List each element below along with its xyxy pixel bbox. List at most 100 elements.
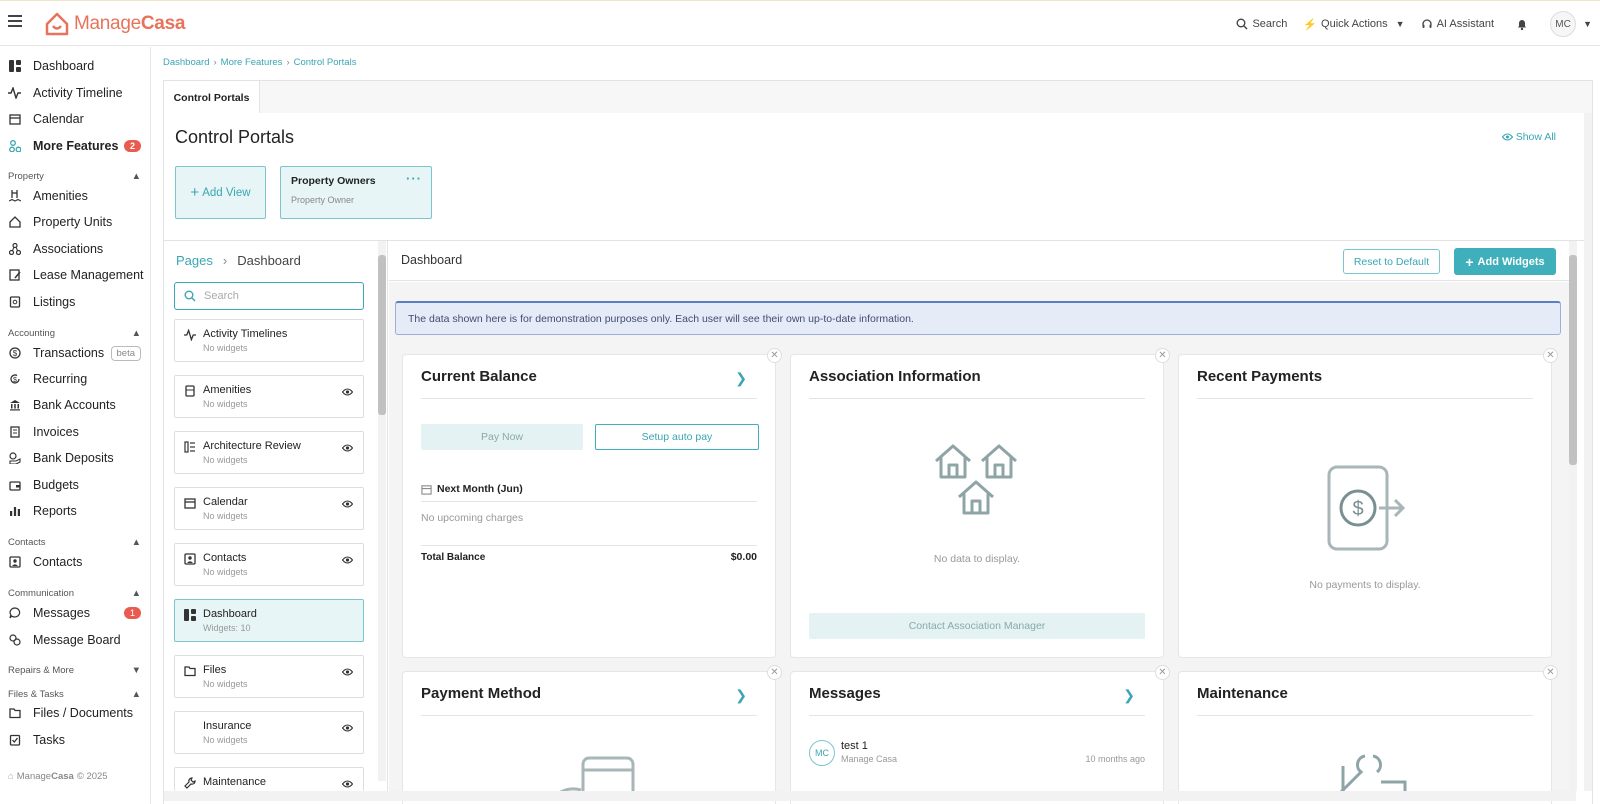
plus-icon: + bbox=[1465, 253, 1474, 270]
sidebar-item-lease-management[interactable]: Lease Management bbox=[0, 264, 151, 286]
page-item-subtitle: No widgets bbox=[203, 343, 248, 353]
breadcrumb-link[interactable]: Dashboard bbox=[163, 57, 209, 68]
dashboard-scrollbar[interactable] bbox=[1569, 241, 1577, 791]
total-balance-label: Total Balance bbox=[421, 552, 486, 563]
eye-icon[interactable] bbox=[342, 724, 353, 732]
show-all-button[interactable]: Show All bbox=[1501, 131, 1556, 143]
widget-title: Messages bbox=[809, 685, 881, 702]
pages-root-link[interactable]: Pages bbox=[176, 253, 213, 268]
page-scrollbar[interactable] bbox=[1584, 113, 1592, 791]
page-item-architecture-review[interactable]: Architecture Review No widgets bbox=[174, 431, 364, 474]
page-item-maintenance[interactable]: Maintenance bbox=[174, 767, 364, 791]
view-title: Property Owners bbox=[291, 175, 376, 187]
user-menu[interactable]: MC ▼ bbox=[1550, 11, 1592, 37]
total-balance-value: $0.00 bbox=[730, 551, 757, 563]
eye-icon[interactable] bbox=[342, 444, 353, 452]
menu-icon[interactable] bbox=[8, 15, 22, 27]
section-property[interactable]: Property ▲ bbox=[8, 171, 141, 182]
home-icon bbox=[8, 216, 21, 229]
payment-document-icon: $ bbox=[1327, 465, 1406, 551]
close-icon[interactable]: ✕ bbox=[767, 665, 782, 680]
section-accounting[interactable]: Accounting ▲ bbox=[8, 328, 141, 339]
sidebar-item-listings[interactable]: Listings bbox=[0, 291, 151, 313]
chevron-right-icon[interactable]: ❯ bbox=[735, 687, 747, 704]
sidebar-item-amenities[interactable]: Amenities bbox=[0, 185, 151, 207]
ai-assistant-label: AI Assistant bbox=[1436, 18, 1495, 30]
notifications-button[interactable] bbox=[1516, 18, 1528, 31]
caret-up-icon: ▲ bbox=[131, 171, 141, 182]
sidebar-item-transactions[interactable]: $ Transactions beta bbox=[0, 342, 151, 364]
sidebar-item-reports[interactable]: Reports bbox=[0, 500, 151, 522]
eye-icon[interactable] bbox=[342, 668, 353, 676]
dashboard-icon bbox=[184, 609, 196, 621]
page-item-files[interactable]: Files No widgets bbox=[174, 655, 364, 698]
sidebar-item-activity-timeline[interactable]: Activity Timeline bbox=[0, 82, 151, 104]
sidebar-item-property-units[interactable]: Property Units bbox=[0, 211, 151, 233]
scrollbar-thumb[interactable] bbox=[378, 255, 386, 415]
search-button[interactable]: Search bbox=[1236, 18, 1287, 30]
sidebar-item-bank-accounts[interactable]: Bank Accounts bbox=[0, 394, 151, 416]
section-label: Contacts bbox=[8, 537, 46, 548]
page-item-calendar[interactable]: Calendar No widgets bbox=[174, 487, 364, 530]
sidebar-item-messages[interactable]: Messages 1 bbox=[0, 602, 151, 624]
section-contacts[interactable]: Contacts ▲ bbox=[8, 537, 141, 548]
add-view-button[interactable]: + Add View bbox=[175, 166, 266, 219]
logo[interactable]: ManageCasa bbox=[44, 10, 185, 38]
chevron-right-icon[interactable]: ❯ bbox=[735, 370, 747, 387]
tab-control-portals[interactable]: Control Portals bbox=[164, 81, 260, 114]
sidebar-item-calendar[interactable]: Calendar bbox=[0, 108, 151, 130]
sidebar-item-associations[interactable]: Associations bbox=[0, 238, 151, 260]
show-all-label: Show All bbox=[1515, 131, 1556, 143]
more-options-icon[interactable]: ··· bbox=[406, 171, 422, 186]
breadcrumb-current[interactable]: Control Portals bbox=[294, 57, 357, 68]
sidebar-item-recurring[interactable]: $ Recurring bbox=[0, 368, 151, 390]
quick-actions-button[interactable]: ⚡ Quick Actions ▼ bbox=[1303, 18, 1404, 31]
section-communication[interactable]: Communication ▲ bbox=[8, 588, 141, 599]
scrollbar-thumb[interactable] bbox=[1569, 255, 1577, 465]
section-files-tasks[interactable]: Files & Tasks ▲ bbox=[8, 689, 141, 700]
chevron-right-icon[interactable]: ❯ bbox=[1123, 687, 1135, 704]
section-repairs[interactable]: Repairs & More ▼ bbox=[8, 665, 141, 676]
horizontal-scrollbar[interactable] bbox=[164, 791, 1576, 801]
sidebar-item-contacts[interactable]: Contacts bbox=[0, 551, 151, 573]
message-title[interactable]: test 1 bbox=[841, 740, 868, 752]
pay-now-button[interactable]: Pay Now bbox=[421, 424, 583, 450]
search-icon bbox=[184, 290, 196, 302]
view-card-property-owners[interactable]: Property Owners Property Owner ··· bbox=[280, 166, 432, 219]
pages-search-input[interactable]: Search bbox=[174, 282, 364, 310]
close-icon[interactable]: ✕ bbox=[1155, 348, 1170, 363]
sidebar-item-message-board[interactable]: Message Board bbox=[0, 629, 151, 651]
more-features-badge: 2 bbox=[123, 140, 141, 152]
close-icon[interactable]: ✕ bbox=[767, 348, 782, 363]
sidebar-item-budgets[interactable]: Budgets bbox=[0, 474, 151, 496]
add-widgets-button[interactable]: + Add Widgets bbox=[1454, 248, 1556, 275]
close-icon[interactable]: ✕ bbox=[1543, 665, 1558, 680]
page-item-subtitle: No widgets bbox=[203, 455, 248, 465]
close-icon[interactable]: ✕ bbox=[1543, 348, 1558, 363]
page-item-subtitle: No widgets bbox=[203, 735, 248, 745]
sidebar-item-tasks[interactable]: Tasks bbox=[0, 729, 151, 751]
breadcrumb-link[interactable]: More Features bbox=[221, 57, 283, 68]
eye-icon[interactable] bbox=[342, 500, 353, 508]
page-item-dashboard[interactable]: Dashboard Widgets: 10 bbox=[174, 599, 364, 642]
sidebar-item-invoices[interactable]: Invoices bbox=[0, 421, 151, 443]
sidebar-item-bank-deposits[interactable]: Bank Deposits bbox=[0, 447, 151, 469]
close-icon[interactable]: ✕ bbox=[1155, 665, 1170, 680]
eye-icon[interactable] bbox=[342, 388, 353, 396]
page-item-contacts[interactable]: Contacts No widgets bbox=[174, 543, 364, 586]
pages-scrollbar[interactable] bbox=[378, 241, 386, 781]
eye-icon[interactable] bbox=[342, 556, 353, 564]
message-board-icon bbox=[8, 634, 21, 647]
sidebar-item-dashboard[interactable]: Dashboard bbox=[0, 55, 151, 77]
contact-association-manager-button[interactable]: Contact Association Manager bbox=[809, 613, 1145, 639]
setup-auto-pay-button[interactable]: Setup auto pay bbox=[595, 424, 759, 450]
sidebar-item-more-features[interactable]: More Features 2 bbox=[0, 135, 151, 157]
page-item-activity-timelines[interactable]: Activity Timelines No widgets bbox=[174, 319, 364, 362]
reset-to-default-button[interactable]: Reset to Default bbox=[1343, 249, 1440, 274]
eye-icon[interactable] bbox=[342, 780, 353, 788]
widget-maintenance: Maintenance ✕ bbox=[1178, 665, 1558, 804]
page-item-amenities[interactable]: Amenities No widgets bbox=[174, 375, 364, 418]
sidebar-item-files[interactable]: Files / Documents bbox=[0, 702, 151, 724]
page-item-insurance[interactable]: Insurance No widgets bbox=[174, 711, 364, 754]
ai-assistant-button[interactable]: AI Assistant bbox=[1421, 18, 1494, 30]
